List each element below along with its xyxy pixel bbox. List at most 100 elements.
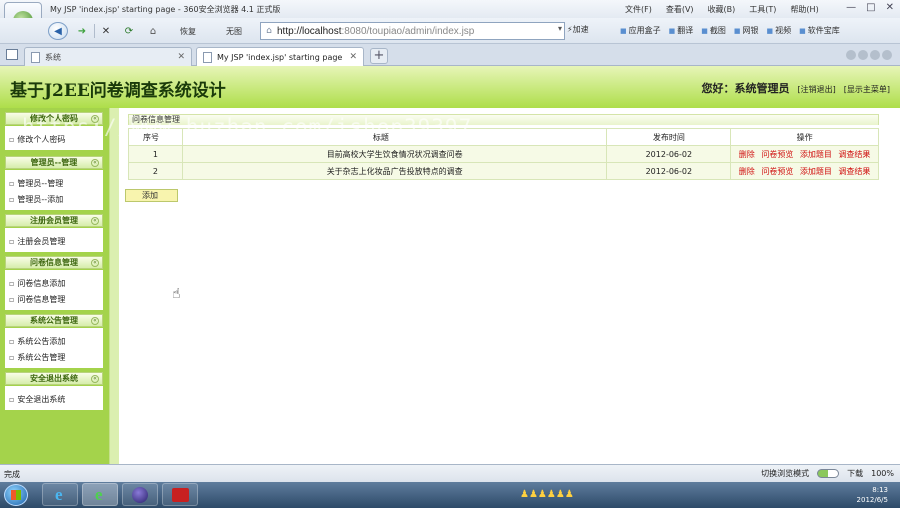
sidebar-item-members-manage[interactable]: 注册会员管理 xyxy=(9,236,65,247)
start-button[interactable] xyxy=(4,484,28,506)
app-box-button[interactable]: 应用盒子 xyxy=(620,25,661,36)
minimize-icon[interactable]: — xyxy=(846,2,856,13)
tab-scroll-left-icon[interactable] xyxy=(846,50,856,60)
home-button[interactable]: ⌂ xyxy=(144,22,162,40)
download-button[interactable]: 下载 xyxy=(847,468,863,479)
sidebar-item-admin-add[interactable]: 管理员--添加 xyxy=(9,194,63,205)
new-tab-button[interactable]: + xyxy=(370,48,388,64)
user-greeting: 您好：系统管理员 xyxy=(701,82,790,95)
sidebar-section-body: 系统公告添加 系统公告管理 xyxy=(5,328,103,368)
menu-tools[interactable]: 工具(T) xyxy=(749,4,776,15)
preview-link[interactable]: 问卷预览 xyxy=(761,167,793,176)
sidebar-item-change-password[interactable]: 修改个人密码 xyxy=(9,134,65,145)
row-title: 目前高校大学生饮食情况状况调查问卷 xyxy=(181,145,608,163)
back-button[interactable]: ◀ xyxy=(48,22,68,40)
sidebar-section-announcements[interactable]: 系统公告管理 « xyxy=(5,314,103,327)
screenshot-button[interactable]: 截图 xyxy=(701,25,726,36)
toolbar-divider xyxy=(94,24,95,38)
sidebar-section-admin[interactable]: 管理员--管理 « xyxy=(5,156,103,169)
collapse-icon[interactable]: « xyxy=(91,217,99,225)
maximize-icon[interactable]: □ xyxy=(866,2,875,13)
sidebar-item-admin-manage[interactable]: 管理员--管理 xyxy=(9,178,63,189)
document-icon xyxy=(203,51,212,63)
tab-system[interactable]: 系统 ✕ xyxy=(24,47,192,66)
collapse-icon[interactable]: « xyxy=(91,375,99,383)
tab-menu-icon[interactable] xyxy=(882,50,892,60)
collapse-icon[interactable]: « xyxy=(91,259,99,267)
browser-extensions: 应用盒子 翻译 截图 网银 视频 软件宝库 xyxy=(620,25,840,36)
menu-view[interactable]: 查看(V) xyxy=(666,4,694,15)
no-image-button[interactable]: 无图 xyxy=(214,22,254,40)
close-tab-icon[interactable]: ✕ xyxy=(349,52,357,62)
window-title: My JSP 'index.jsp' starting page - 360安全… xyxy=(50,5,281,14)
add-question-link[interactable]: 添加题目 xyxy=(800,150,832,159)
window-controls: — □ ✕ xyxy=(846,2,894,13)
stop-button[interactable]: ✕ xyxy=(98,22,114,40)
address-bar[interactable]: ⌂ http://localhost :8080/toupiao/admin/i… xyxy=(260,22,565,40)
section-title: 管理员--管理 xyxy=(30,158,78,167)
compat-mode-button[interactable]: 切换浏览模式 xyxy=(761,468,809,479)
browser-status-bar: 完成 切换浏览模式 下载 100% xyxy=(0,464,900,482)
logout-link[interactable]: [注销退出] xyxy=(798,84,836,95)
section-title: 修改个人密码 xyxy=(30,114,78,123)
restore-button[interactable]: 恢复 xyxy=(166,22,210,40)
sidebar-item-announcement-manage[interactable]: 系统公告管理 xyxy=(9,352,65,363)
sidebar-item-safe-logout[interactable]: 安全退出系统 xyxy=(9,394,65,405)
refresh-button[interactable]: ⟳ xyxy=(120,22,138,40)
delete-link[interactable]: 删除 xyxy=(739,167,755,176)
menu-favorites[interactable]: 收藏(B) xyxy=(708,4,736,15)
sidebar-splitter[interactable] xyxy=(109,108,119,464)
system-tray[interactable]: ♟♟♟♟♟♟ xyxy=(520,489,574,500)
collapse-icon[interactable]: « xyxy=(91,159,99,167)
taskbar-ie-icon[interactable] xyxy=(42,483,78,506)
forward-button[interactable]: ➜ xyxy=(72,22,92,40)
sidebar-section-members[interactable]: 注册会员管理 « xyxy=(5,214,103,227)
sidebar-section-questionnaire[interactable]: 问卷信息管理 « xyxy=(5,256,103,269)
sidebar-section-password[interactable]: 修改个人密码 « xyxy=(5,112,103,125)
tab-list-icon[interactable] xyxy=(870,50,880,60)
close-window-icon[interactable]: ✕ xyxy=(886,2,894,13)
add-question-link[interactable]: 添加题目 xyxy=(800,167,832,176)
taskbar-app-icon[interactable] xyxy=(162,483,198,506)
mode-toggle-icon[interactable] xyxy=(817,469,840,478)
clock-time: 8:13 xyxy=(872,486,888,494)
menu-file[interactable]: 文件(F) xyxy=(625,4,652,15)
address-dropdown-icon[interactable]: ▾ xyxy=(558,24,562,33)
close-tab-icon[interactable]: ✕ xyxy=(177,52,185,62)
zoom-level[interactable]: 100% xyxy=(871,469,894,478)
page-icon: ⌂ xyxy=(266,26,272,36)
speedup-button[interactable]: ⚡加速 xyxy=(567,24,589,35)
add-questionnaire-button[interactable]: 添加 xyxy=(125,189,178,202)
tab-scroll-right-icon[interactable] xyxy=(858,50,868,60)
windows-taskbar: ♟♟♟♟♟♟ 8:13 2012/6/5 xyxy=(0,482,900,508)
video-button[interactable]: 视频 xyxy=(767,25,791,36)
collapse-icon[interactable]: « xyxy=(91,115,99,123)
main-menu-link[interactable]: [显示主菜单] xyxy=(844,84,890,95)
online-banking-button[interactable]: 网银 xyxy=(734,25,759,36)
address-path[interactable]: :8080/toupiao/admin/index.jsp xyxy=(341,26,474,37)
software-store-button[interactable]: 软件宝库 xyxy=(799,25,840,36)
hand-cursor-icon: ☝ xyxy=(172,286,181,302)
taskbar-360-browser-icon[interactable] xyxy=(82,483,118,506)
sidebar-item-questionnaire-manage[interactable]: 问卷信息管理 xyxy=(9,294,65,305)
delete-link[interactable]: 删除 xyxy=(739,150,755,159)
results-link[interactable]: 调查结果 xyxy=(838,150,870,159)
sidebar-item-questionnaire-add[interactable]: 问卷信息添加 xyxy=(9,278,65,289)
sidebar-toggle-icon[interactable] xyxy=(6,49,18,60)
preview-link[interactable]: 问卷预览 xyxy=(761,150,793,159)
results-link[interactable]: 调查结果 xyxy=(838,167,870,176)
taskbar-clock[interactable]: 8:13 2012/6/5 xyxy=(857,485,888,505)
main-content: 问卷信息管理 序号 标题 发布时间 操作 1 目前高校大学生饮食情况状况调查问卷… xyxy=(119,108,900,464)
sidebar-section-logout[interactable]: 安全退出系统 « xyxy=(5,372,103,385)
tab-index-jsp[interactable]: My JSP 'index.jsp' starting page ✕ xyxy=(196,47,364,66)
sidebar-item-announcement-add[interactable]: 系统公告添加 xyxy=(9,336,65,347)
taskbar-eclipse-icon[interactable] xyxy=(122,483,158,506)
translate-button[interactable]: 翻译 xyxy=(669,25,693,36)
column-header-title: 标题 xyxy=(181,128,608,146)
menu-help[interactable]: 帮助(H) xyxy=(790,4,818,15)
status-text: 完成 xyxy=(4,470,20,479)
browser-menu: 文件(F) 查看(V) 收藏(B) 工具(T) 帮助(H) xyxy=(625,4,819,15)
clock-date: 2012/6/5 xyxy=(856,496,888,504)
collapse-icon[interactable]: « xyxy=(91,317,99,325)
address-host[interactable]: http://localhost xyxy=(277,26,341,37)
